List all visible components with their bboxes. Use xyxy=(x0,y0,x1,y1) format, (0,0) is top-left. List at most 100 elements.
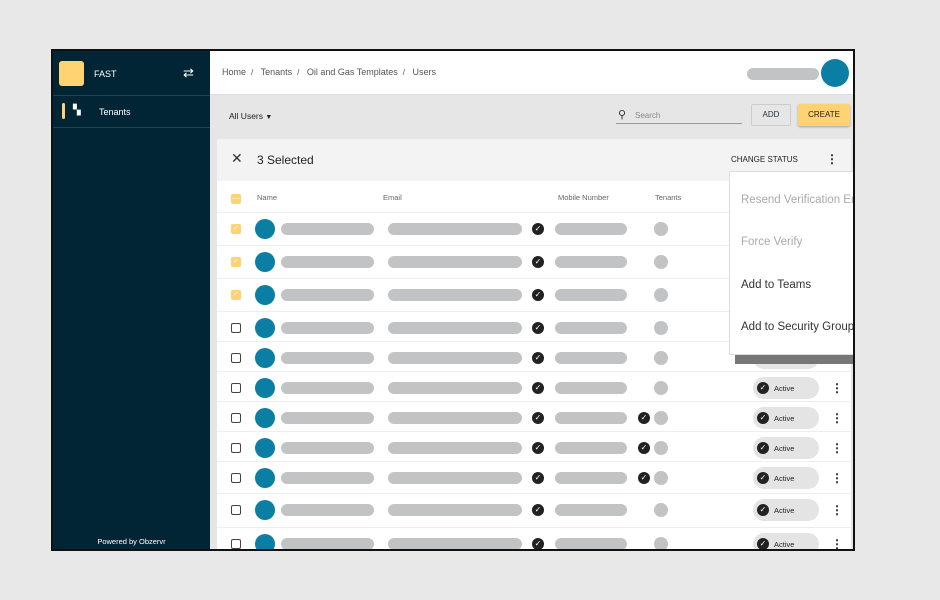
status-check-icon: ✓ xyxy=(757,412,769,424)
hierarchy-icon: ▚ xyxy=(73,105,81,116)
more-actions-icon[interactable]: ⋮ xyxy=(826,153,838,165)
breadcrumb-users: Users xyxy=(412,67,437,77)
name-placeholder xyxy=(281,472,374,484)
clear-selection-icon[interactable]: ✕ xyxy=(231,150,243,167)
row-actions-icon[interactable]: ⋮ xyxy=(831,472,843,484)
email-placeholder xyxy=(388,223,522,235)
status-badge[interactable]: ✓ Active xyxy=(753,467,819,489)
tenant-placeholder xyxy=(654,321,668,335)
row-checkbox[interactable] xyxy=(231,473,241,483)
name-placeholder xyxy=(281,256,374,268)
email-verified-icon: ✓ xyxy=(532,472,544,484)
table-row[interactable]: ✓ ✓ ✓ Active ⋮ xyxy=(217,461,851,493)
add-button[interactable]: ADD xyxy=(751,104,791,126)
user-filter-dropdown[interactable]: All Users ▼ xyxy=(229,111,272,121)
column-header-name[interactable]: Name xyxy=(257,193,277,202)
tenant-placeholder xyxy=(654,503,668,517)
row-actions-icon[interactable]: ⋮ xyxy=(831,412,843,424)
user-avatar xyxy=(255,500,275,520)
table-row[interactable]: ✓ ✓ Active ⋮ xyxy=(217,371,851,403)
row-actions-icon[interactable]: ⋮ xyxy=(831,382,843,394)
email-placeholder xyxy=(388,538,522,549)
row-checkbox[interactable] xyxy=(231,413,241,423)
status-badge[interactable]: ✓ Active xyxy=(753,407,819,429)
row-checkbox[interactable]: ✓ xyxy=(231,224,241,234)
menu-item-resend-verification: Resend Verification Email xyxy=(741,194,853,206)
breadcrumb-home[interactable]: Home xyxy=(222,67,246,77)
app-window: FAST ⇄ ▚ Tenants Powered by Obzervr Home… xyxy=(51,49,855,551)
status-badge[interactable]: ✓ Active xyxy=(753,499,819,521)
row-actions-icon[interactable]: ⋮ xyxy=(831,442,843,454)
mobile-placeholder xyxy=(555,538,627,549)
row-actions-icon[interactable]: ⋮ xyxy=(831,538,843,549)
search-input[interactable]: ⚲ Search xyxy=(616,107,742,124)
mobile-placeholder xyxy=(555,412,627,424)
status-check-icon: ✓ xyxy=(757,538,769,549)
tenant-placeholder xyxy=(654,222,668,236)
sidebar-item-tenants[interactable]: ▚ Tenants xyxy=(53,97,210,127)
name-placeholder xyxy=(281,289,374,301)
name-placeholder xyxy=(281,504,374,516)
filter-label: All Users xyxy=(229,111,264,121)
breadcrumb: Home / Tenants / Oil and Gas Templates / Us… xyxy=(222,67,437,77)
email-verified-icon: ✓ xyxy=(532,322,544,334)
row-checkbox[interactable] xyxy=(231,539,241,549)
change-status-button[interactable]: CHANGE STATUS xyxy=(731,155,798,164)
select-all-checkbox[interactable]: — xyxy=(231,194,241,204)
email-verified-icon: ✓ xyxy=(532,412,544,424)
name-placeholder xyxy=(281,442,374,454)
user-avatar xyxy=(255,378,275,398)
row-checkbox[interactable] xyxy=(231,383,241,393)
row-checkbox[interactable] xyxy=(231,323,241,333)
email-placeholder xyxy=(388,289,522,301)
row-checkbox[interactable] xyxy=(231,505,241,515)
tenant-verified-icon: ✓ xyxy=(638,472,650,484)
row-checkbox[interactable] xyxy=(231,353,241,363)
menu-item-add-to-teams[interactable]: Add to Teams xyxy=(741,279,811,291)
status-check-icon: ✓ xyxy=(757,472,769,484)
mobile-placeholder xyxy=(555,256,627,268)
status-label: Active xyxy=(774,414,795,423)
mobile-placeholder xyxy=(555,472,627,484)
status-check-icon: ✓ xyxy=(757,442,769,454)
status-badge[interactable]: ✓ Active xyxy=(753,533,819,549)
table-row[interactable]: ✓ ✓ ✓ Active ⋮ xyxy=(217,401,851,433)
selected-count: 3 Selected xyxy=(257,153,314,167)
table-row[interactable]: ✓ ✓ Active ⋮ xyxy=(217,527,851,549)
user-avatar xyxy=(255,219,275,239)
column-header-tenants[interactable]: Tenants xyxy=(655,193,681,202)
tenant-verified-icon: ✓ xyxy=(638,442,650,454)
toolbar: All Users ▼ ⚲ Search ADD CREATE xyxy=(210,96,853,139)
status-check-icon: ✓ xyxy=(757,382,769,394)
menu-item-force-verify: Force Verify xyxy=(741,236,803,248)
breadcrumb-tenants[interactable]: Tenants xyxy=(261,67,293,77)
email-placeholder xyxy=(388,504,522,516)
user-avatar[interactable] xyxy=(821,59,849,87)
more-actions-menu: Resend Verification Email Force Verify A… xyxy=(729,171,853,355)
email-placeholder xyxy=(388,352,522,364)
row-checkbox[interactable]: ✓ xyxy=(231,290,241,300)
create-button[interactable]: CREATE xyxy=(798,104,850,126)
switch-app-icon[interactable]: ⇄ xyxy=(183,65,194,81)
status-badge[interactable]: ✓ Active xyxy=(753,437,819,459)
breadcrumb-tenant[interactable]: Oil and Gas Templates xyxy=(307,67,398,77)
mobile-placeholder xyxy=(555,223,627,235)
row-checkbox[interactable] xyxy=(231,443,241,453)
row-actions-icon[interactable]: ⋮ xyxy=(831,504,843,516)
column-header-mobile[interactable]: Mobile Number xyxy=(558,193,609,202)
divider xyxy=(53,95,210,96)
column-header-email[interactable]: Email xyxy=(383,193,402,202)
user-avatar xyxy=(255,468,275,488)
user-avatar xyxy=(255,438,275,458)
user-name-placeholder xyxy=(747,68,819,80)
status-badge[interactable]: ✓ Active xyxy=(753,377,819,399)
table-row[interactable]: ✓ ✓ Active ⋮ xyxy=(217,493,851,525)
status-check-icon: ✓ xyxy=(757,504,769,516)
mobile-placeholder xyxy=(555,352,627,364)
email-placeholder xyxy=(388,412,522,424)
caret-down-icon: ▼ xyxy=(265,114,273,121)
menu-item-add-to-security-groups[interactable]: Add to Security Groups xyxy=(741,321,853,333)
table-row[interactable]: ✓ ✓ ✓ Active ⋮ xyxy=(217,431,851,463)
email-verified-icon: ✓ xyxy=(532,223,544,235)
row-checkbox[interactable]: ✓ xyxy=(231,257,241,267)
